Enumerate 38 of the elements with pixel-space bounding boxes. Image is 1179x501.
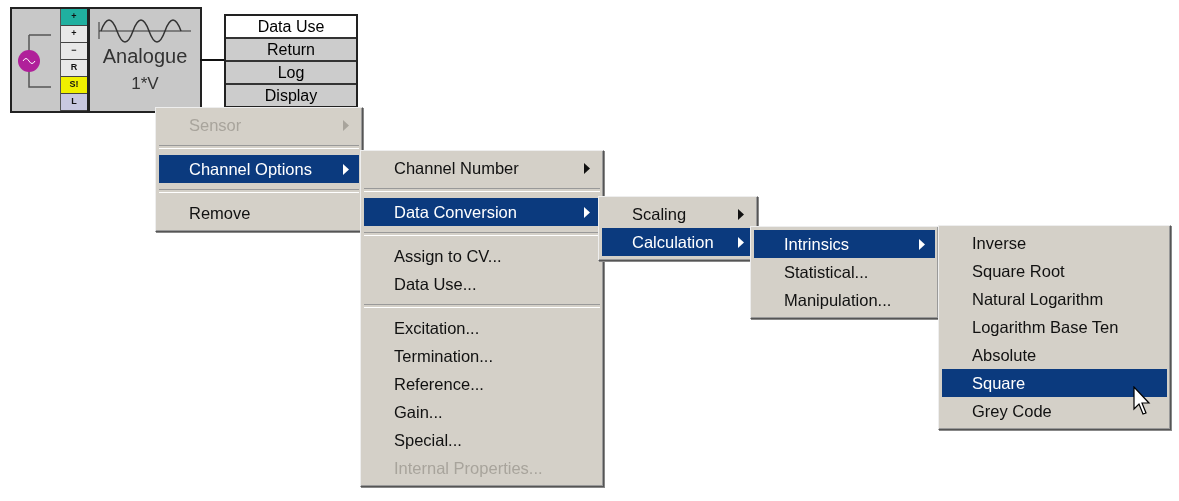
menu-item[interactable]: Natural Logarithm (942, 285, 1167, 313)
pin-label: + (61, 26, 87, 43)
sensor-block[interactable]: + + − R S! L Analogue 1*V (10, 7, 202, 113)
sensor-title: Analogue (102, 45, 188, 68)
data-use-row[interactable]: Display (226, 85, 356, 106)
menu-item[interactable]: Reference... (364, 370, 600, 398)
menu-item[interactable]: Inverse (942, 229, 1167, 257)
menu-item[interactable]: Excitation... (364, 314, 600, 342)
menu-item[interactable]: Intrinsics (754, 230, 935, 258)
menu-item[interactable]: Data Use... (364, 270, 600, 298)
pin-label: S! (61, 77, 87, 94)
data-use-row[interactable]: Return (226, 39, 356, 62)
menu-item[interactable]: Channel Number (364, 154, 600, 182)
menu-item[interactable]: Logarithm Base Ten (942, 313, 1167, 341)
menu-item[interactable]: Grey Code (942, 397, 1167, 425)
menu-item[interactable]: Gain... (364, 398, 600, 426)
sine-wave-icon (97, 17, 193, 43)
pin-label: R (61, 60, 87, 77)
menu-item[interactable]: Square (942, 369, 1167, 397)
menu-item[interactable]: Assign to CV... (364, 242, 600, 270)
menu-item[interactable]: Scaling (602, 200, 754, 228)
data-use-row[interactable]: Log (226, 62, 356, 85)
pin-label: + (61, 9, 87, 26)
menu-item[interactable]: Channel Options (159, 155, 359, 183)
pin-label: − (61, 43, 87, 60)
menu-item[interactable]: Statistical... (754, 258, 935, 286)
pin-label: L (61, 94, 87, 111)
menu-item[interactable]: Remove (159, 199, 359, 227)
data-use-header: Data Use (226, 16, 356, 39)
mouse-pointer-icon (1133, 386, 1153, 416)
sensor-unit: 1*V (131, 74, 159, 94)
menu-item[interactable]: Data Conversion (364, 198, 600, 226)
menu-item[interactable]: Manipulation... (754, 286, 935, 314)
menu-item[interactable]: Special... (364, 426, 600, 454)
menu-item[interactable]: Termination... (364, 342, 600, 370)
menu-item[interactable]: Square Root (942, 257, 1167, 285)
connector-line (200, 59, 224, 61)
menu-item[interactable]: Absolute (942, 341, 1167, 369)
